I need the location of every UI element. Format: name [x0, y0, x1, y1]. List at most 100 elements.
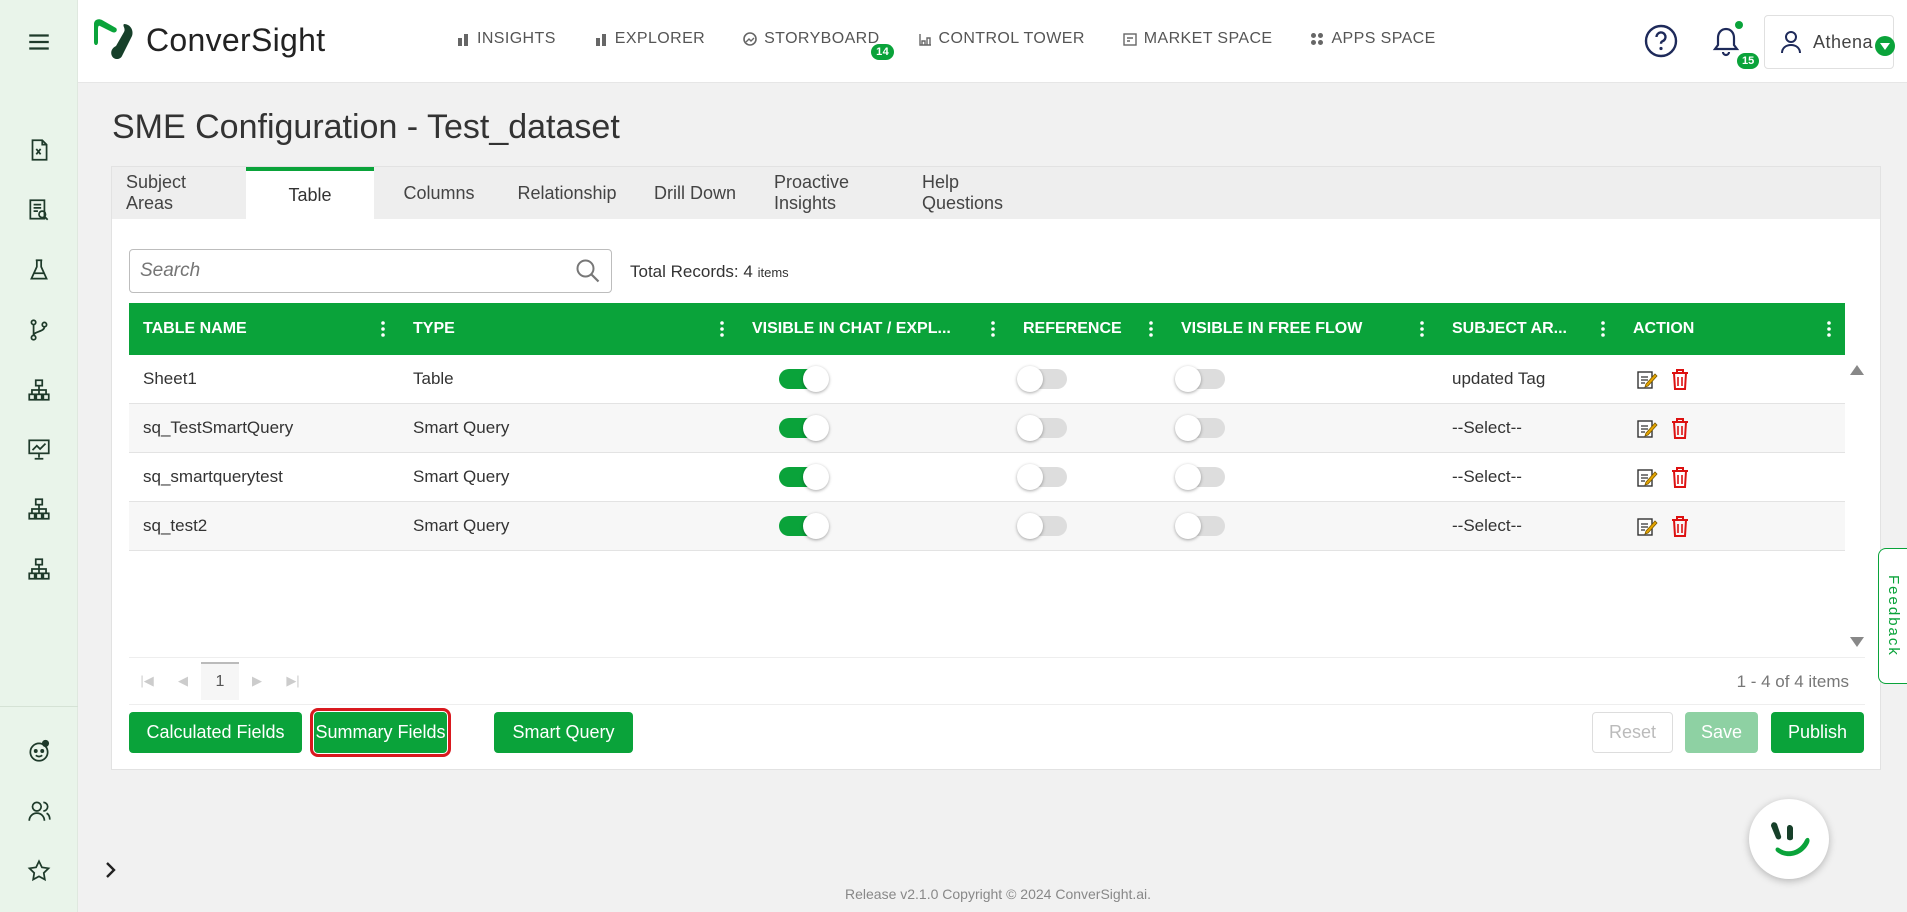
tab-help-questions[interactable]: Help Questions	[908, 167, 1034, 219]
smart-query-button[interactable]: Smart Query	[494, 712, 633, 753]
last-page-icon[interactable]: ▶|	[275, 663, 311, 699]
column-menu-icon[interactable]	[991, 321, 995, 337]
logo[interactable]: ConverSight	[90, 18, 325, 62]
search-icon[interactable]	[575, 258, 601, 284]
visible-in-chat-toggle[interactable]	[779, 415, 829, 441]
page-number[interactable]: 1	[201, 662, 239, 700]
publish-button[interactable]: Publish	[1771, 712, 1864, 753]
nav-insights[interactable]: INSIGHTS	[456, 30, 556, 48]
visible-in-chat-toggle[interactable]	[779, 513, 829, 539]
column-menu-icon[interactable]	[1601, 321, 1605, 337]
visible-in-chat-toggle-cell	[779, 404, 829, 452]
reference-toggle-cell	[1017, 453, 1067, 501]
column-header-type[interactable]: TYPE	[399, 303, 738, 355]
visible-in-free-flow-toggle[interactable]	[1175, 513, 1225, 539]
column-header-subject-area[interactable]: SUBJECT AR...	[1438, 303, 1619, 355]
nav-apps-space[interactable]: APPS SPACE	[1310, 30, 1435, 48]
sidebar-divider	[0, 706, 78, 707]
nav-control-tower[interactable]: CONTROL TOWER	[918, 30, 1085, 48]
prev-page-icon[interactable]: ◀	[165, 663, 201, 699]
tab-drill-down[interactable]: Drill Down	[630, 167, 760, 219]
column-header-action[interactable]: ACTION	[1619, 303, 1845, 355]
excel-file-icon[interactable]	[24, 135, 54, 165]
table-row[interactable]: sq_test2 Smart Query --Select--	[129, 502, 1845, 551]
tab-columns[interactable]: Columns	[374, 167, 504, 219]
reset-button[interactable]: Reset	[1592, 712, 1673, 753]
table-body: Sheet1 Table updated Tag sq_TestSmartQuery S…	[129, 355, 1845, 551]
visible-in-chat-toggle[interactable]	[779, 464, 829, 490]
reference-toggle[interactable]	[1017, 415, 1067, 441]
table-row[interactable]: sq_TestSmartQuery Smart Query --Select--	[129, 404, 1845, 453]
reference-toggle[interactable]	[1017, 464, 1067, 490]
calculated-fields-button[interactable]: Calculated Fields	[129, 712, 302, 753]
git-branch-icon[interactable]	[24, 315, 54, 345]
menu-icon[interactable]	[24, 27, 54, 57]
bot-face-icon[interactable]	[24, 736, 54, 766]
hierarchy-icon[interactable]	[24, 375, 54, 405]
delete-icon[interactable]	[1670, 515, 1690, 537]
flask-icon[interactable]	[24, 255, 54, 285]
chevron-right-icon[interactable]	[98, 858, 122, 882]
user-menu-dropdown-icon[interactable]	[1875, 36, 1895, 56]
star-icon[interactable]	[24, 856, 54, 886]
column-menu-icon[interactable]	[1149, 321, 1153, 337]
help-icon[interactable]	[1644, 24, 1678, 63]
visible-in-free-flow-toggle[interactable]	[1175, 415, 1225, 441]
type-cell: Table	[413, 369, 454, 388]
nav-storyboard[interactable]: STORYBOARD 14	[743, 30, 895, 60]
column-menu-icon[interactable]	[720, 321, 724, 337]
tab-relationship[interactable]: Relationship	[504, 167, 630, 219]
hierarchy-icon[interactable]	[24, 494, 54, 524]
edit-icon[interactable]	[1636, 417, 1658, 439]
action-cell	[1636, 453, 1690, 501]
hierarchy-icon[interactable]	[24, 554, 54, 584]
nav-market-space[interactable]: MARKET SPACE	[1123, 30, 1273, 48]
visible-in-chat-toggle[interactable]	[779, 366, 829, 392]
tab-table[interactable]: Table	[246, 167, 374, 219]
chat-bot-button[interactable]	[1749, 799, 1829, 879]
market-space-icon	[1123, 33, 1137, 46]
table-row[interactable]: sq_smartquerytest Smart Query --Select--	[129, 453, 1845, 502]
save-button[interactable]: Save	[1685, 712, 1758, 753]
first-page-icon[interactable]: |◀	[129, 663, 165, 699]
delete-icon[interactable]	[1670, 417, 1690, 439]
edit-icon[interactable]	[1636, 515, 1658, 537]
edit-icon[interactable]	[1636, 466, 1658, 488]
next-page-icon[interactable]: ▶	[239, 663, 275, 699]
search-input[interactable]	[140, 260, 560, 282]
nav-explorer[interactable]: EXPLORER	[594, 30, 705, 48]
presentation-chart-icon[interactable]	[24, 434, 54, 464]
column-menu-icon[interactable]	[1827, 321, 1831, 337]
table-header: TABLE NAME TYPE VISIBLE IN CHAT / EXPL..…	[129, 303, 1845, 355]
scroll-down-icon[interactable]	[1850, 637, 1864, 647]
report-search-icon[interactable]	[24, 195, 54, 225]
table-row[interactable]: Sheet1 Table updated Tag	[129, 355, 1845, 404]
column-header-visible-in-chat[interactable]: VISIBLE IN CHAT / EXPL...	[738, 303, 1009, 355]
column-header-label: TYPE	[413, 320, 455, 337]
total-records-unit: items	[757, 265, 789, 280]
column-menu-icon[interactable]	[381, 321, 385, 337]
feedback-tab[interactable]: Feedback	[1878, 548, 1907, 684]
users-icon[interactable]	[24, 796, 54, 826]
visible-in-free-flow-toggle[interactable]	[1175, 366, 1225, 392]
column-menu-icon[interactable]	[1420, 321, 1424, 337]
visible-in-free-flow-toggle[interactable]	[1175, 464, 1225, 490]
column-header-reference[interactable]: REFERENCE	[1009, 303, 1167, 355]
reference-toggle[interactable]	[1017, 513, 1067, 539]
column-header-visible-in-free-flow[interactable]: VISIBLE IN FREE FLOW	[1167, 303, 1438, 355]
scroll-up-icon[interactable]	[1850, 365, 1864, 375]
tab-subject-areas[interactable]: Subject Areas	[112, 167, 246, 219]
notification-bell-icon[interactable]	[1712, 26, 1740, 63]
tab-proactive-insights[interactable]: Proactive Insights	[760, 167, 908, 219]
column-header-label: TABLE NAME	[143, 320, 247, 337]
apps-grid-icon	[1311, 33, 1324, 45]
reference-toggle[interactable]	[1017, 366, 1067, 392]
edit-icon[interactable]	[1636, 368, 1658, 390]
user-menu[interactable]: Athena	[1764, 15, 1895, 69]
subject-area-select: updated Tag	[1452, 369, 1546, 388]
delete-icon[interactable]	[1670, 368, 1690, 390]
summary-fields-button[interactable]: Summary Fields	[310, 708, 451, 757]
action-cell	[1636, 355, 1690, 403]
column-header-table-name[interactable]: TABLE NAME	[129, 303, 399, 355]
delete-icon[interactable]	[1670, 466, 1690, 488]
